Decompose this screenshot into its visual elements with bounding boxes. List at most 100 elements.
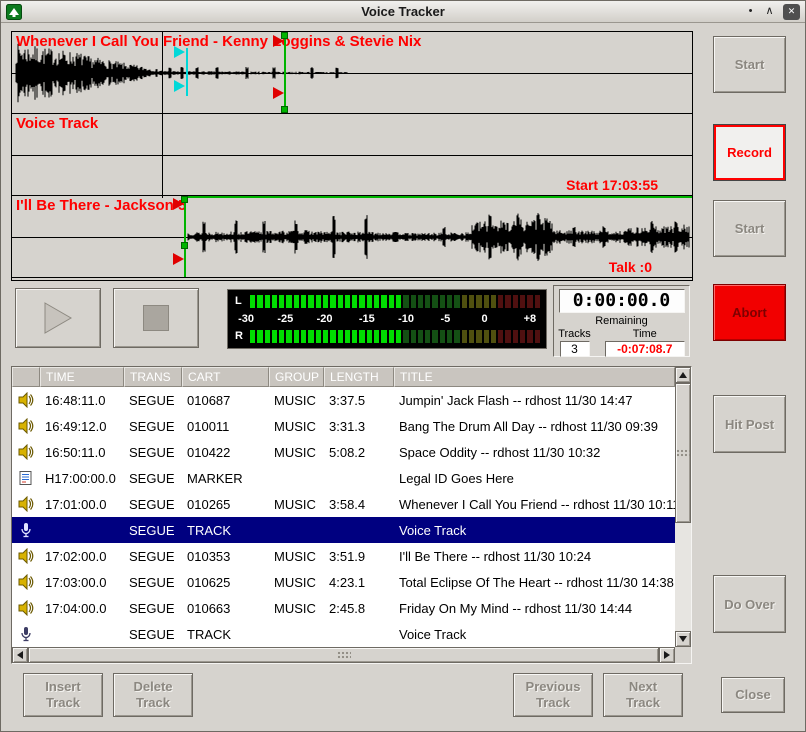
cell-time [40, 621, 124, 647]
log-row[interactable]: 17:02:00.0SEGUE010353MUSIC3:51.9I'll Be … [12, 543, 675, 569]
close-window-icon[interactable]: ✕ [783, 4, 800, 20]
cell-title: Whenever I Call You Friend -- rdhost 11/… [394, 491, 675, 517]
log-row[interactable]: 16:49:12.0SEGUE010011MUSIC3:31.3Bang The… [12, 413, 675, 439]
audio-level-meter: L -30-25-20-15-10-50+8 R [227, 289, 547, 349]
meter-scale-label: -10 [398, 313, 414, 325]
header-group[interactable]: GROUP [269, 367, 324, 387]
led-segment [338, 330, 343, 343]
led-segment [272, 295, 277, 308]
led-segment [257, 295, 262, 308]
led-segment [396, 295, 401, 308]
start-marker-icon[interactable] [173, 198, 184, 210]
meter-scale-label: -20 [317, 313, 333, 325]
log-row[interactable]: 17:04:00.0SEGUE010663MUSIC2:45.8Friday O… [12, 595, 675, 621]
header-trans[interactable]: TRANS [124, 367, 182, 387]
talk-marker-line[interactable] [186, 48, 188, 96]
cell-trans: SEGUE [124, 517, 182, 543]
play-button[interactable] [15, 288, 101, 348]
led-segment [462, 330, 467, 343]
led-segment [454, 330, 459, 343]
segue-end-marker-icon[interactable] [273, 87, 284, 99]
cell-time: H17:00:00.0 [40, 465, 124, 491]
scroll-down-button[interactable] [675, 631, 691, 647]
log-row[interactable]: 17:01:00.0SEGUE010265MUSIC3:58.4Whenever… [12, 491, 675, 517]
track-panel-2[interactable]: Voice Track Start 17:03:55 [12, 114, 692, 196]
voice-tracker-window: Voice Tracker • ∧ ✕ Whenever I Call You … [0, 0, 806, 732]
do-over-button[interactable]: Do Over [713, 575, 786, 633]
cell-group: MUSIC [269, 439, 324, 465]
cell-trans: SEGUE [124, 621, 182, 647]
led-segment [432, 330, 437, 343]
vertical-scrollbar[interactable] [675, 367, 691, 647]
vertical-scroll-thumb[interactable] [675, 383, 691, 523]
microphone-icon [12, 621, 40, 647]
titlebar[interactable]: Voice Tracker • ∧ ✕ [1, 1, 805, 23]
cell-title: I'll Be There -- rdhost 11/30 10:24 [394, 543, 675, 569]
led-segment [491, 295, 496, 308]
scroll-up-button[interactable] [675, 367, 691, 383]
talk-end-marker-icon[interactable] [174, 80, 185, 92]
led-segment [535, 295, 540, 308]
arrow-left-icon [17, 651, 23, 659]
led-segment [374, 330, 379, 343]
header-time[interactable]: TIME [40, 367, 124, 387]
led-segment [345, 295, 350, 308]
led-segment [279, 295, 284, 308]
marker-handle[interactable] [181, 242, 188, 249]
previous-track-button[interactable]: Previous Track [513, 673, 593, 717]
meter-right-label: R [235, 330, 243, 343]
log-row[interactable]: 17:03:00.0SEGUE010625MUSIC4:23.1Total Ec… [12, 569, 675, 595]
cell-time: 17:04:00.0 [40, 595, 124, 621]
minimize-icon[interactable]: • [742, 4, 759, 20]
led-segment [432, 295, 437, 308]
log-row[interactable]: H17:00:00.0SEGUEMARKERLegal ID Goes Here [12, 465, 675, 491]
grip-icon [337, 651, 351, 659]
track-panel-3[interactable]: I'll Be There - Jackson 5 Talk :0 [12, 196, 692, 278]
record-button[interactable]: Record [713, 124, 786, 181]
insert-track-button[interactable]: Insert Track [23, 673, 103, 717]
log-row[interactable]: SEGUETRACKVoice Track [12, 517, 675, 543]
next-track-button[interactable]: Next Track [603, 673, 683, 717]
segue-start-marker-icon[interactable] [273, 35, 284, 47]
log-row[interactable]: SEGUETRACKVoice Track [12, 621, 675, 647]
cell-trans: SEGUE [124, 439, 182, 465]
led-segment [294, 330, 299, 343]
horizontal-scrollbar[interactable] [12, 647, 675, 663]
meter-scale-label: -5 [440, 313, 450, 325]
hit-post-button[interactable]: Hit Post [713, 395, 786, 453]
led-segment [330, 330, 335, 343]
cell-time: 16:49:12.0 [40, 413, 124, 439]
scroll-left-button[interactable] [12, 647, 28, 663]
cell-cart: 010625 [182, 569, 269, 595]
track-panel-1[interactable]: Whenever I Call You Friend - Kenny Loggi… [12, 32, 692, 114]
abort-button[interactable]: Abort [713, 284, 786, 341]
header-cart[interactable]: CART [182, 367, 269, 387]
talk-start-marker-icon[interactable] [174, 46, 185, 58]
start-track3-button[interactable]: Start [713, 200, 786, 257]
cell-group: MUSIC [269, 413, 324, 439]
marker-handle[interactable] [281, 106, 288, 113]
header-title[interactable]: TITLE [394, 367, 675, 387]
horizontal-scroll-thumb[interactable] [28, 647, 659, 663]
stop-button[interactable] [113, 288, 199, 348]
delete-track-button[interactable]: Delete Track [113, 673, 193, 717]
scroll-right-button[interactable] [659, 647, 675, 663]
close-button[interactable]: Close [721, 677, 785, 713]
led-segment [469, 330, 474, 343]
start-track1-button[interactable]: Start [713, 36, 786, 93]
led-segment [425, 330, 430, 343]
end-marker-icon[interactable] [173, 253, 184, 265]
led-segment [403, 295, 408, 308]
led-segment [535, 330, 540, 343]
header-length[interactable]: LENGTH [324, 367, 394, 387]
cell-group: MUSIC [269, 569, 324, 595]
log-row[interactable]: 16:48:11.0SEGUE010687MUSIC3:37.5Jumpin' … [12, 387, 675, 413]
cell-title: Voice Track [394, 621, 675, 647]
led-segment [425, 295, 430, 308]
led-segment [403, 330, 408, 343]
segue-marker-line[interactable] [284, 32, 286, 114]
header-icon[interactable] [12, 367, 40, 387]
track-start-marker-line[interactable] [184, 196, 186, 278]
log-row[interactable]: 16:50:11.0SEGUE010422MUSIC5:08.2Space Od… [12, 439, 675, 465]
maximize-icon[interactable]: ∧ [761, 4, 778, 20]
